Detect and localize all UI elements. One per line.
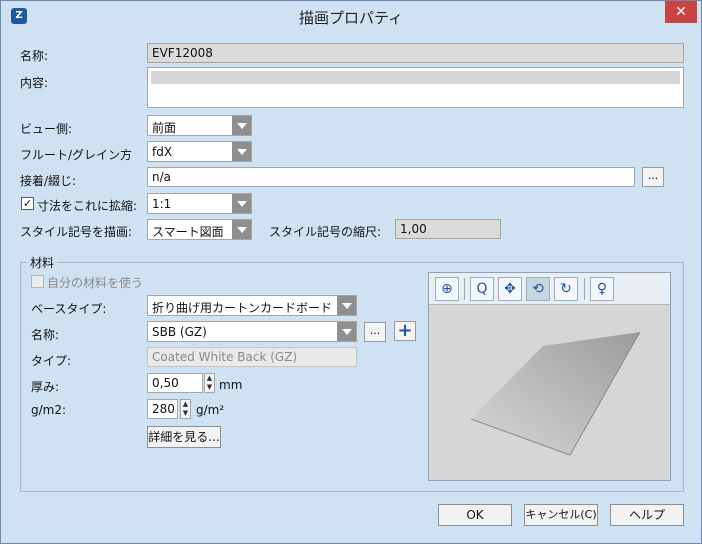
flute-select[interactable]: fdX	[147, 141, 252, 162]
zoom-fit-icon[interactable]: ⊕	[435, 277, 459, 301]
content-field[interactable]	[147, 67, 684, 108]
gsm-label: g/m2:	[31, 403, 67, 417]
add-material-button[interactable]: +	[394, 321, 416, 341]
material-name-value: SBB (GZ)	[152, 325, 207, 339]
material-name-select[interactable]: SBB (GZ)	[147, 321, 357, 342]
thickness-stepper[interactable]: ▲ ▼	[204, 373, 215, 393]
board-sheet	[471, 332, 640, 455]
ok-button[interactable]: OK	[438, 504, 512, 526]
view-select[interactable]: 前面	[147, 115, 252, 136]
chevron-down-icon	[337, 296, 356, 315]
gsm-unit: g/m²	[196, 403, 225, 417]
thickness-unit: mm	[219, 378, 243, 392]
type-label: タイプ:	[31, 354, 72, 368]
use-own-material-label: 自分の材料を使う	[47, 276, 144, 290]
style-scale-label: スタイル記号の縮尺:	[269, 225, 382, 239]
flute-select-value: fdX	[152, 145, 173, 159]
glue-label: 接着/綴じ:	[20, 174, 77, 188]
spin-down-icon[interactable]: ▼	[181, 409, 190, 418]
gsm-input[interactable]: 280	[147, 399, 178, 419]
style-select[interactable]: スマート図面	[147, 219, 252, 240]
thickness-label: 厚み:	[31, 380, 60, 394]
gsm-stepper[interactable]: ▲ ▼	[180, 399, 191, 419]
orbit-icon[interactable]: ↻	[554, 277, 578, 301]
content-label: 内容:	[20, 76, 49, 90]
view-select-value: 前面	[152, 121, 177, 135]
spin-down-icon[interactable]: ▼	[205, 383, 214, 392]
board-3d-view	[470, 331, 641, 456]
material-browse-button[interactable]: ...	[364, 322, 386, 342]
preview-toolbar: ⊕ Q ✥ ⟲ ↻ ♀	[429, 273, 670, 305]
base-type-label: ベースタイプ:	[31, 302, 107, 316]
spin-up-icon[interactable]: ▲	[205, 374, 214, 383]
material-group-title: 材料	[27, 254, 58, 271]
base-type-value: 折り曲げ用カートンカードボード	[152, 301, 333, 315]
style-scale-field[interactable]: 1,00	[395, 219, 501, 239]
material-name-label: 名称:	[31, 328, 60, 342]
scale-select[interactable]: 1:1	[147, 193, 252, 214]
scale-label: 寸法をこれに拡縮:	[37, 199, 138, 213]
chevron-down-icon	[232, 142, 251, 161]
flute-label: フルート/グレイン方	[20, 148, 133, 162]
chevron-down-icon	[337, 322, 356, 341]
spin-up-icon[interactable]: ▲	[181, 400, 190, 409]
base-type-select[interactable]: 折り曲げ用カートンカードボード	[147, 295, 357, 316]
style-label: スタイル記号を描画:	[20, 225, 133, 239]
scale-checkbox[interactable]: ✓	[21, 197, 34, 210]
glue-field[interactable]: n/a	[147, 167, 635, 187]
toolbar-divider	[464, 278, 465, 300]
view-label: ビュー側:	[20, 122, 73, 136]
zoom-icon[interactable]: Q	[470, 277, 494, 301]
toolbar-divider	[584, 278, 585, 300]
thickness-input[interactable]: 0,50	[147, 373, 203, 393]
material-preview[interactable]: ⊕ Q ✥ ⟲ ↻ ♀	[428, 272, 671, 481]
style-select-value: スマート図面	[152, 225, 224, 239]
cancel-button[interactable]: キャンセル(C)	[524, 504, 598, 526]
glue-browse-button[interactable]: ...	[642, 167, 664, 187]
dialog-title: 描画プロパティ	[298, 9, 404, 27]
view-details-button[interactable]: 詳細を見る...	[147, 426, 221, 448]
rotate-icon[interactable]: ⟲	[526, 277, 550, 301]
content-selection	[151, 71, 680, 84]
chevron-down-icon	[232, 116, 251, 135]
pan-icon[interactable]: ✥	[498, 277, 522, 301]
type-field: Coated White Back (GZ)	[147, 347, 357, 367]
drawing-properties-dialog: Z 描画プロパティ ✕ 名称: EVF12008 内容: ビュー側: 前面 フル…	[0, 0, 702, 544]
scale-select-value: 1:1	[152, 197, 172, 211]
help-button[interactable]: ヘルプ	[610, 504, 684, 526]
chevron-down-icon	[232, 220, 251, 239]
name-label: 名称:	[20, 49, 49, 63]
light-icon[interactable]: ♀	[590, 277, 614, 301]
use-own-material-checkbox[interactable]	[31, 275, 44, 288]
chevron-down-icon	[232, 194, 251, 213]
close-button[interactable]: ✕	[665, 1, 697, 23]
name-field[interactable]: EVF12008	[147, 43, 684, 63]
title-bar[interactable]: Z 描画プロパティ ✕	[1, 1, 701, 31]
